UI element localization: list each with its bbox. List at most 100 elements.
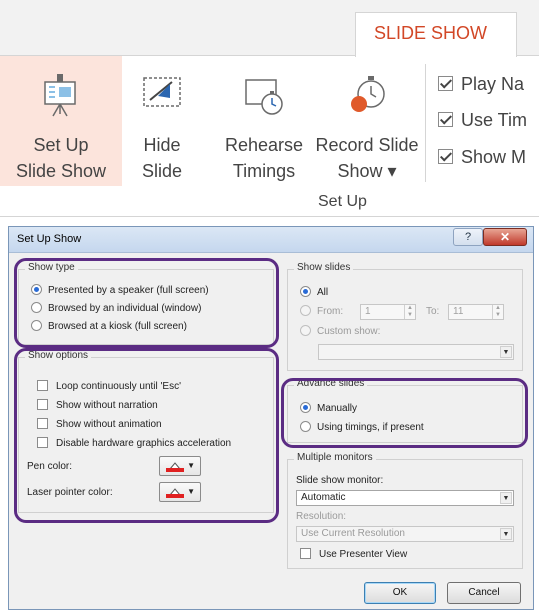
chevron-down-icon: ▼ [500, 528, 512, 540]
show-options-group: Show options Loop continuously until 'Es… [18, 350, 274, 513]
set-up-label-line1: Set Up [33, 135, 89, 155]
show-without-narration-label: Show without narration [56, 400, 158, 411]
from-radio[interactable]: From: [300, 305, 343, 319]
from-spinner[interactable]: 1 ▲ ▼ [360, 304, 416, 320]
radio-selected-icon [300, 286, 311, 297]
laser-pointer-color-button[interactable]: ▼ [159, 482, 201, 502]
rehearse-label-line1: Rehearse [224, 135, 304, 155]
hide-label-line1: Hide [143, 135, 181, 155]
browsed-at-kiosk-label: Browsed at a kiosk (full screen) [48, 321, 187, 332]
manually-label: Manually [317, 403, 358, 414]
group-separator [425, 64, 426, 182]
tab-slide-show[interactable]: SLIDE SHOW [355, 12, 517, 57]
show-media-label: Show M [461, 147, 527, 167]
record-slide-show-button[interactable]: Record Slide Show ▾ [312, 56, 422, 186]
show-type-group: Show type Presented by a speaker (full s… [18, 262, 274, 345]
help-button[interactable]: ? [453, 228, 483, 246]
use-presenter-view-label: Use Presenter View [319, 549, 408, 560]
checkbox-checked-icon [438, 112, 453, 127]
disable-hw-acceleration-checkbox[interactable]: Disable hardware graphics acceleration [37, 437, 231, 451]
use-presenter-view-checkbox[interactable]: Use Presenter View [300, 548, 407, 562]
set-up-group-label: Set Up [318, 193, 367, 210]
radio-icon [300, 305, 311, 316]
checkbox-icon [37, 418, 48, 429]
use-timings-label: Use Tim [461, 110, 528, 130]
dialog-title: Set Up Show [17, 233, 82, 245]
chevron-down-icon: ▼ [500, 492, 512, 504]
custom-show-radio[interactable]: Custom show: [300, 325, 380, 339]
browsed-by-individual-label: Browsed by an individual (window) [48, 303, 202, 314]
resolution-value: Use Current Resolution [301, 528, 405, 539]
record-label-line2: Show ▾ [337, 161, 397, 181]
show-without-narration-checkbox[interactable]: Show without narration [37, 399, 158, 413]
using-timings-radio[interactable]: Using timings, if present [300, 421, 424, 435]
custom-show-dropdown[interactable]: ▼ [318, 344, 514, 360]
show-slides-group: Show slides All From: 1 ▲ ▼ To: 11 ▲ ▼ Cus… [287, 262, 523, 371]
browsed-by-individual-radio[interactable]: Browsed by an individual (window) [31, 302, 201, 316]
set-up-label-line2: Slide Show [15, 161, 107, 181]
ok-button[interactable]: OK [364, 582, 436, 604]
show-without-animation-checkbox[interactable]: Show without animation [37, 418, 162, 432]
to-label: To: [426, 306, 440, 317]
slide-show-monitor-dropdown[interactable]: Automatic ▼ [296, 490, 514, 506]
set-up-slide-show-button[interactable]: Set Up Slide Show [0, 56, 122, 186]
spinner-arrows-icon: ▲ ▼ [492, 305, 503, 319]
custom-show-label: Custom show: [317, 326, 381, 337]
radio-icon [300, 421, 311, 432]
hide-slide-button[interactable]: Hide Slide [124, 56, 200, 186]
checkbox-icon [37, 399, 48, 410]
radio-icon [300, 325, 311, 336]
rehearse-label-line2: Timings [232, 161, 296, 181]
all-slides-radio[interactable]: All [300, 286, 328, 300]
ribbon-body: Set Up Slide Show Hide Slide Rehearse Ti… [0, 56, 539, 217]
radio-selected-icon [31, 284, 42, 295]
multiple-monitors-title: Multiple monitors [294, 452, 376, 463]
radio-icon [31, 302, 42, 313]
loop-continuously-checkbox[interactable]: Loop continuously until 'Esc' [37, 380, 181, 394]
show-media-controls-checkbox[interactable]: Show M [438, 147, 526, 173]
dialog-title-bar: Set Up Show ? ✕ [9, 227, 533, 253]
resolution-label: Resolution: [296, 511, 347, 522]
browsed-at-kiosk-radio[interactable]: Browsed at a kiosk (full screen) [31, 320, 187, 334]
chevron-down-icon: ▼ [187, 461, 195, 470]
ribbon: SLIDE SHOW Set Up Slide Show Hide Slide … [0, 0, 539, 217]
checkbox-icon [37, 380, 48, 391]
close-button[interactable]: ✕ [483, 228, 527, 246]
radio-icon [31, 320, 42, 331]
show-type-title: Show type [25, 262, 78, 273]
advance-slides-title: Advance slides [294, 378, 368, 389]
advance-slides-group: Advance slides Manually Using timings, i… [287, 378, 523, 443]
checkbox-icon [37, 437, 48, 448]
pen-color-label: Pen color: [27, 461, 73, 472]
hide-label-line2: Slide [141, 161, 183, 181]
setup-slideshow-icon [39, 72, 83, 123]
monitor-value: Automatic [301, 492, 346, 503]
use-timings-checkbox[interactable]: Use Tim [438, 110, 527, 136]
show-without-animation-label: Show without animation [56, 419, 162, 430]
pen-color-button[interactable]: ▼ [159, 456, 201, 476]
resolution-dropdown[interactable]: Use Current Resolution ▼ [296, 526, 514, 542]
play-narrations-label: Play Na [461, 74, 525, 94]
to-spinner[interactable]: 11 ▲ ▼ [448, 304, 504, 320]
record-label-line1: Record Slide [315, 135, 419, 155]
presented-by-speaker-radio[interactable]: Presented by a speaker (full screen) [31, 284, 209, 298]
ribbon-tab-bar: SLIDE SHOW [0, 0, 539, 57]
chevron-down-icon: ▼ [500, 346, 512, 358]
rehearse-timings-icon [242, 72, 286, 123]
using-timings-label: Using timings, if present [317, 422, 424, 433]
manually-radio[interactable]: Manually [300, 402, 357, 416]
spinner-arrows-icon: ▲ ▼ [404, 305, 415, 319]
rehearse-timings-button[interactable]: Rehearse Timings [218, 56, 310, 186]
cancel-button[interactable]: Cancel [447, 582, 521, 604]
laser-pointer-color-label: Laser pointer color: [27, 487, 113, 498]
from-value: 1 [365, 306, 371, 317]
multiple-monitors-group: Multiple monitors Slide show monitor: Au… [287, 452, 523, 569]
all-slides-label: All [317, 287, 329, 298]
disable-hw-acceleration-label: Disable hardware graphics acceleration [56, 438, 232, 449]
laser-color-icon [166, 486, 184, 498]
loop-continuously-label: Loop continuously until 'Esc' [56, 381, 182, 392]
presented-by-speaker-label: Presented by a speaker (full screen) [48, 285, 209, 296]
pen-color-icon [166, 460, 184, 472]
checkbox-icon [300, 548, 311, 559]
play-narrations-checkbox[interactable]: Play Na [438, 74, 524, 100]
